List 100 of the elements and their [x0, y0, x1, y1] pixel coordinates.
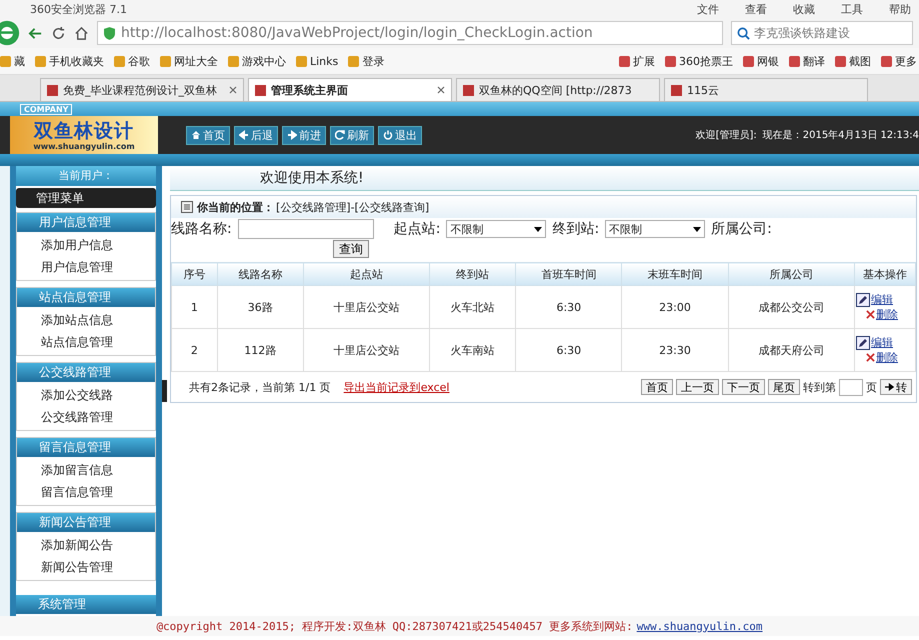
toolbar-item[interactable]: 更多: [881, 54, 917, 68]
search-field[interactable]: 李克强谈铁路建设: [731, 21, 913, 45]
bookmark-item[interactable]: 谷歌: [114, 54, 150, 68]
field-label: 终到站:: [552, 220, 600, 238]
location-icon: [181, 201, 193, 213]
page-button[interactable]: 上一页: [676, 379, 719, 395]
browser-tab[interactable]: 免费_毕业课程范例设计_双鱼林: [40, 78, 244, 101]
page-field[interactable]: [839, 378, 863, 396]
toolbar-item[interactable]: 网银: [743, 54, 779, 68]
table-cell: 23:00: [622, 286, 728, 328]
nav-button[interactable]: 首页: [186, 126, 230, 144]
column-header: 起点站: [303, 262, 430, 286]
menu-title: 管理菜单: [16, 188, 156, 208]
search-button[interactable]: 查询: [333, 240, 369, 258]
menu-item[interactable]: 查看: [745, 2, 767, 16]
toolbar-item[interactable]: 360抢票王: [665, 54, 733, 68]
table-cell: 2: [172, 328, 218, 372]
company-badge: COMPANY: [20, 104, 72, 114]
site-logo: 双鱼林设计 www.shuangyulin.com: [10, 116, 158, 154]
bookmark-item[interactable]: 网址大全: [160, 54, 218, 68]
toolbar-item[interactable]: 翻译: [789, 54, 825, 68]
welcome-text: 欢迎[管理员]:: [696, 128, 757, 142]
goto-label: 转到第: [803, 380, 836, 394]
breadcrumb: [公交线路管理]-[公交线路查询]: [276, 200, 430, 214]
menu-group-header[interactable]: 站点信息管理: [17, 288, 155, 307]
column-header: 所属公司: [728, 262, 854, 286]
delete-link[interactable]: 删除: [876, 307, 898, 322]
menu-link[interactable]: 公交线路管理: [17, 406, 155, 428]
menu-group-header[interactable]: 新闻公告管理: [17, 513, 155, 532]
toolbar-item[interactable]: 扩展: [619, 54, 655, 68]
page-button[interactable]: 首页: [641, 379, 673, 395]
menu-group-header[interactable]: 用户信息管理: [17, 213, 155, 232]
column-header: 终到站: [430, 262, 516, 286]
toolbar-item[interactable]: 截图: [835, 54, 871, 68]
column-header: 基本操作: [854, 262, 916, 286]
table-cell: 十里店公交站: [303, 286, 430, 328]
export-link[interactable]: 导出当前记录到excel: [344, 380, 450, 394]
page-button[interactable]: 尾页: [768, 379, 800, 395]
bookmark-item[interactable]: 手机收藏夹: [35, 54, 104, 68]
bookmark-item[interactable]: 游戏中心: [228, 54, 286, 68]
edit-link[interactable]: 编辑: [871, 335, 893, 350]
current-user-bar: 当前用户：: [16, 166, 156, 186]
page-label: 页: [866, 380, 877, 394]
arrow-left-icon: [239, 130, 249, 140]
nav-button[interactable]: 刷新: [330, 126, 374, 144]
menu-link[interactable]: 用户信息管理: [17, 256, 155, 278]
nav-button[interactable]: 退出: [378, 126, 422, 144]
menu-link[interactable]: 新闻公告管理: [17, 556, 155, 578]
record-summary: 共有2条记录，当前第 1/1 页: [189, 380, 331, 394]
home-icon[interactable]: [74, 26, 89, 40]
bookmark-item[interactable]: 登录: [348, 54, 384, 68]
bookmark-item[interactable]: Links: [296, 54, 338, 68]
collapse-handle[interactable]: [162, 380, 167, 402]
website-link[interactable]: www.shuangyulin.com: [636, 620, 763, 632]
table-cell: 112路: [217, 328, 304, 372]
arrow-right-icon: [885, 383, 894, 391]
menu-item[interactable]: 收藏: [793, 2, 815, 16]
go-button[interactable]: 转: [880, 379, 912, 395]
bookmark-item[interactable]: 藏: [0, 54, 25, 68]
browser-tab[interactable]: 115云: [664, 78, 868, 101]
column-header: 序号: [172, 262, 218, 286]
close-icon[interactable]: [437, 86, 445, 94]
power-icon: [383, 130, 393, 140]
start-station-select[interactable]: 不限制: [446, 220, 546, 238]
field-label: 所属公司:: [711, 220, 772, 238]
menu-link[interactable]: 添加留言信息: [17, 459, 155, 481]
table-cell: 火车北站: [430, 286, 516, 328]
route-name-field[interactable]: [238, 219, 374, 239]
table-cell: 1: [172, 286, 218, 328]
nav-button[interactable]: 前进: [282, 126, 326, 144]
back-icon[interactable]: [28, 26, 43, 40]
menu-item[interactable]: 帮助: [889, 2, 911, 16]
browser-tab[interactable]: 双鱼林的QQ空间 [http://2873: [456, 78, 660, 101]
menu-link[interactable]: 添加用户信息: [17, 234, 155, 256]
table-cell: 6:30: [516, 328, 622, 372]
edit-link[interactable]: 编辑: [871, 292, 893, 307]
delete-icon: [866, 353, 875, 362]
reload-icon[interactable]: [51, 26, 66, 40]
menu-item[interactable]: 文件: [697, 2, 719, 16]
table-cell: 成都天府公司: [728, 328, 854, 372]
browser-tab[interactable]: 管理系统主界面: [248, 78, 452, 101]
page-button[interactable]: 下一页: [722, 379, 765, 395]
table-cell: 6:30: [516, 286, 622, 328]
end-station-select[interactable]: 不限制: [605, 220, 706, 238]
nav-button[interactable]: 后退: [234, 126, 278, 144]
menu-group-header[interactable]: 公交线路管理: [17, 363, 155, 382]
close-icon[interactable]: [229, 86, 237, 94]
home-icon: [191, 130, 201, 140]
table-cell: 成都公交公司: [728, 286, 854, 328]
menu-link[interactable]: 留言信息管理: [17, 481, 155, 503]
delete-link[interactable]: 删除: [876, 350, 898, 365]
menu-link[interactable]: 添加公交线路: [17, 384, 155, 406]
menu-item[interactable]: 工具: [841, 2, 863, 16]
menu-link[interactable]: 添加站点信息: [17, 309, 155, 331]
pencil-icon: [856, 292, 870, 306]
browser-title: 360安全浏览器 7.1: [30, 2, 127, 16]
menu-link[interactable]: 添加新闻公告: [17, 534, 155, 556]
address-field[interactable]: http://localhost:8080/JavaWebProject/login/login_CheckLogin.action: [97, 21, 723, 45]
delete-icon: [866, 310, 875, 319]
menu-link[interactable]: 站点信息管理: [17, 331, 155, 353]
